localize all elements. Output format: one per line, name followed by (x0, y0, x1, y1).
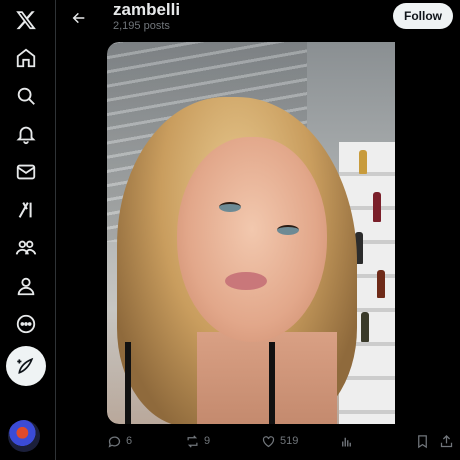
reply-button[interactable]: 6 (107, 428, 132, 454)
like-count: 519 (280, 435, 299, 447)
views-icon (342, 437, 351, 446)
notifications-icon[interactable] (6, 114, 46, 154)
compose-post-button[interactable] (6, 346, 46, 386)
follow-button[interactable]: Follow (393, 3, 453, 29)
repost-count: 9 (204, 435, 211, 447)
account-avatar[interactable] (8, 420, 40, 452)
back-arrow-icon (72, 12, 85, 24)
communities-icon[interactable] (6, 228, 46, 268)
sidebar-nav (0, 0, 56, 460)
post-media[interactable] (107, 42, 455, 424)
post-photo (107, 42, 395, 424)
repost-button[interactable]: 9 (185, 428, 210, 454)
like-icon (262, 435, 275, 447)
views-button[interactable] (339, 428, 354, 454)
back-button[interactable] (67, 6, 91, 30)
bookmark-button[interactable] (415, 428, 430, 454)
explore-icon[interactable] (6, 76, 46, 116)
more-icon[interactable] (6, 304, 46, 344)
share-button[interactable] (439, 428, 454, 454)
messages-icon[interactable] (6, 152, 46, 192)
post-actions: 6 9 519 (107, 428, 455, 454)
profile-icon[interactable] (6, 266, 46, 306)
compose-post-icon (17, 357, 34, 374)
posts-count: 2,195 posts (113, 20, 170, 32)
profile-name: zambelli (113, 0, 181, 19)
home-icon[interactable] (6, 38, 46, 78)
grok-icon[interactable] (6, 190, 46, 230)
like-button[interactable]: 519 (261, 428, 298, 454)
x-logo-icon[interactable] (6, 0, 46, 40)
bookmark-icon (418, 434, 427, 448)
share-icon (440, 434, 453, 447)
reply-count: 6 (126, 435, 133, 447)
repost-icon (187, 434, 198, 448)
reply-icon (108, 436, 121, 448)
